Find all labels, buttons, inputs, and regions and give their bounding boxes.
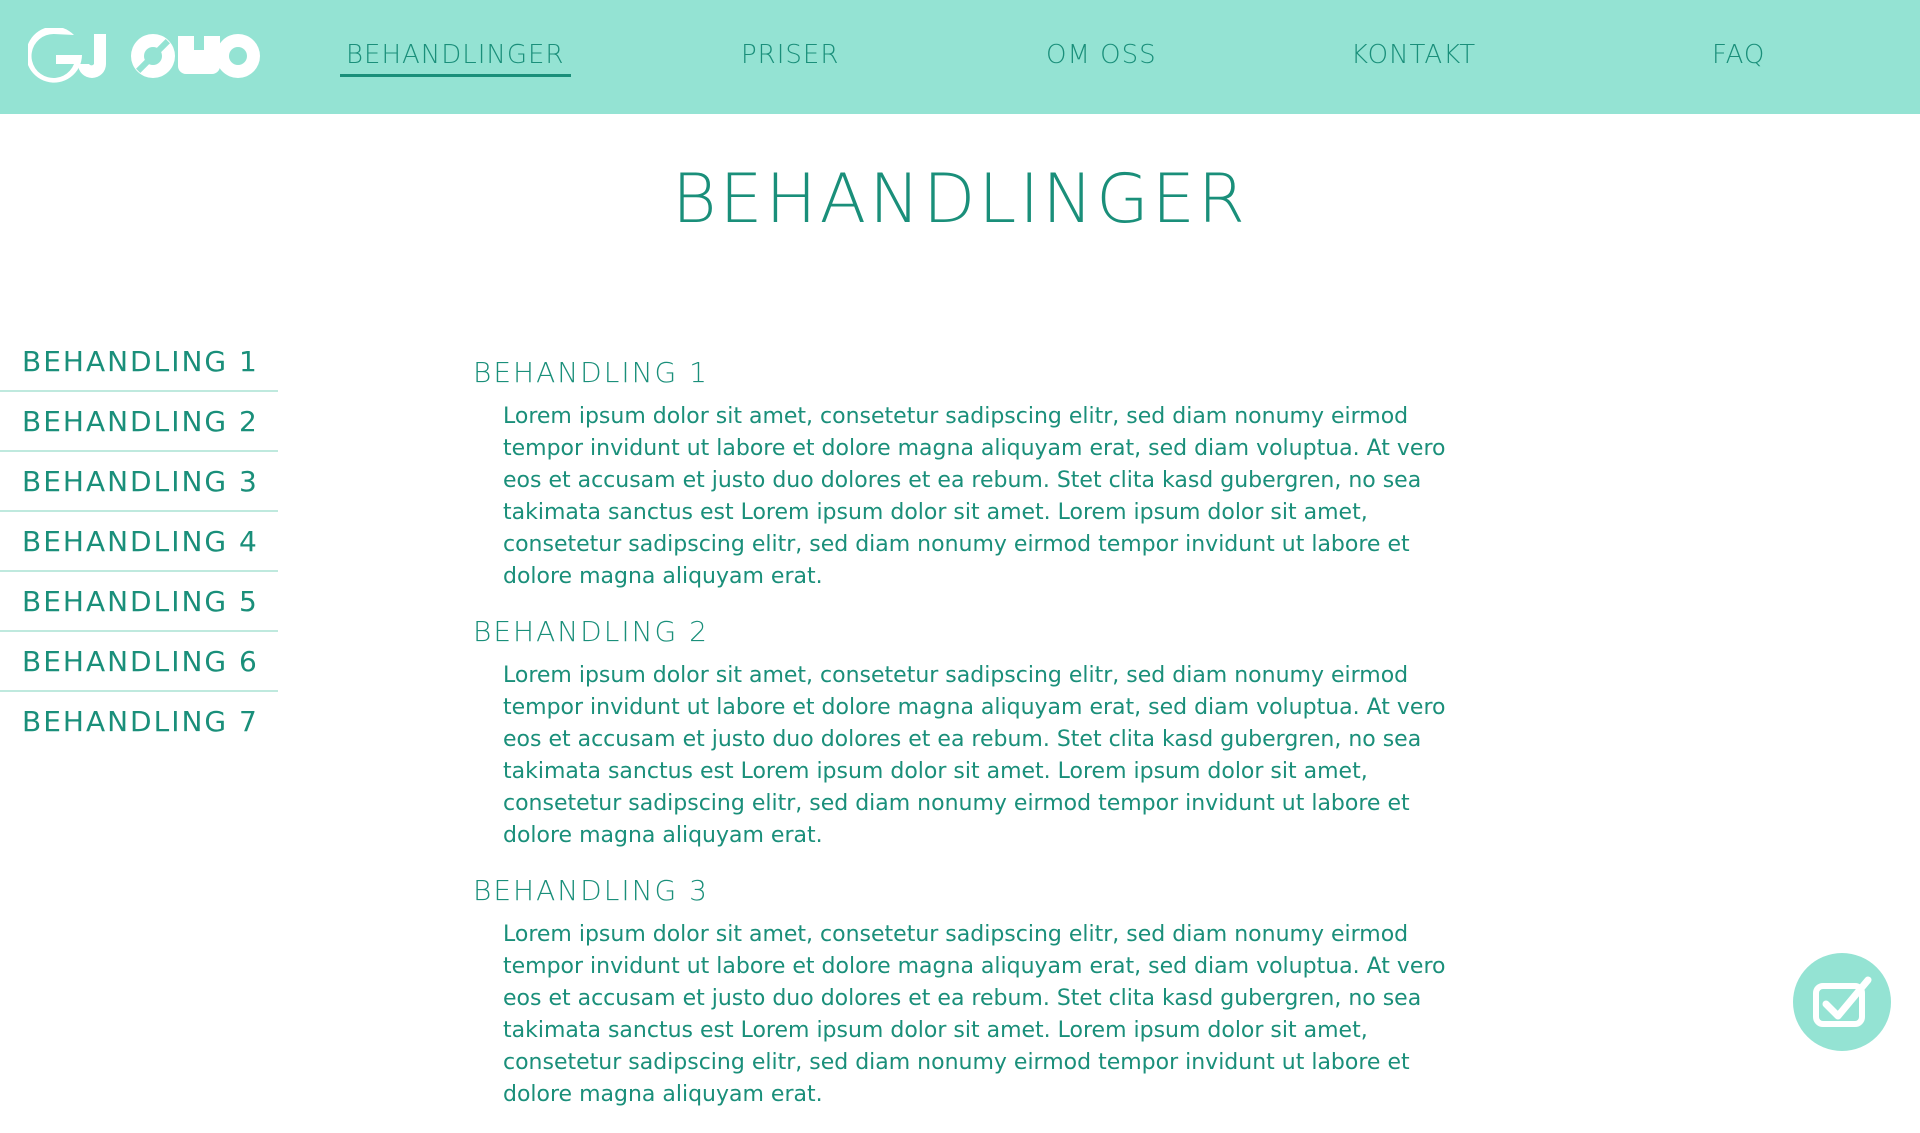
sidebar-item-behandling-4[interactable]: BEHANDLING 4 bbox=[0, 512, 278, 572]
top-navigation-bar: BEHANDLINGER PRISER OM OSS KONTAKT FAQ bbox=[0, 0, 1920, 114]
sidebar-item-behandling-6[interactable]: BEHANDLING 6 bbox=[0, 632, 278, 692]
sidebar-item-behandling-1[interactable]: BEHANDLING 1 bbox=[0, 332, 278, 392]
sidebar-item-behandling-2[interactable]: BEHANDLING 2 bbox=[0, 392, 278, 452]
nav-faq[interactable]: FAQ bbox=[1712, 40, 1765, 70]
treatment-content: BEHANDLING 1 Lorem ipsum dolor sit amet,… bbox=[473, 356, 1453, 1133]
nav-behandlinger[interactable]: BEHANDLINGER bbox=[340, 40, 571, 77]
sidebar-item-behandling-5[interactable]: BEHANDLING 5 bbox=[0, 572, 278, 632]
sidebar-item-behandling-3[interactable]: BEHANDLING 3 bbox=[0, 452, 278, 512]
gjono-logo-icon bbox=[26, 26, 260, 83]
sidebar-item-behandling-7[interactable]: BEHANDLING 7 bbox=[0, 692, 278, 752]
treatment-sidebar: BEHANDLING 1 BEHANDLING 2 BEHANDLING 3 B… bbox=[0, 332, 278, 752]
section-body: Lorem ipsum dolor sit amet, consetetur s… bbox=[503, 404, 1446, 589]
nav-om-oss[interactable]: OM OSS bbox=[1046, 40, 1157, 70]
nav-kontakt[interactable]: KONTAKT bbox=[1351, 40, 1476, 70]
nav-priser[interactable]: PRISER bbox=[741, 40, 839, 70]
treatment-section: BEHANDLING 1 Lorem ipsum dolor sit amet,… bbox=[473, 356, 1453, 593]
site-logo[interactable] bbox=[26, 26, 260, 84]
section-title: BEHANDLING 3 bbox=[473, 874, 709, 907]
section-body: Lorem ipsum dolor sit amet, consetetur s… bbox=[503, 663, 1446, 848]
section-title: BEHANDLING 2 bbox=[473, 615, 709, 648]
section-body: Lorem ipsum dolor sit amet, consetetur s… bbox=[503, 922, 1446, 1107]
treatment-section: BEHANDLING 3 Lorem ipsum dolor sit amet,… bbox=[473, 874, 1453, 1111]
section-title: BEHANDLING 1 bbox=[473, 356, 709, 389]
treatment-section: BEHANDLING 2 Lorem ipsum dolor sit amet,… bbox=[473, 615, 1453, 852]
booking-fab-button[interactable] bbox=[1793, 953, 1891, 1051]
page-title: BEHANDLINGER bbox=[671, 160, 1249, 239]
checkbox-check-icon bbox=[1813, 976, 1872, 1027]
